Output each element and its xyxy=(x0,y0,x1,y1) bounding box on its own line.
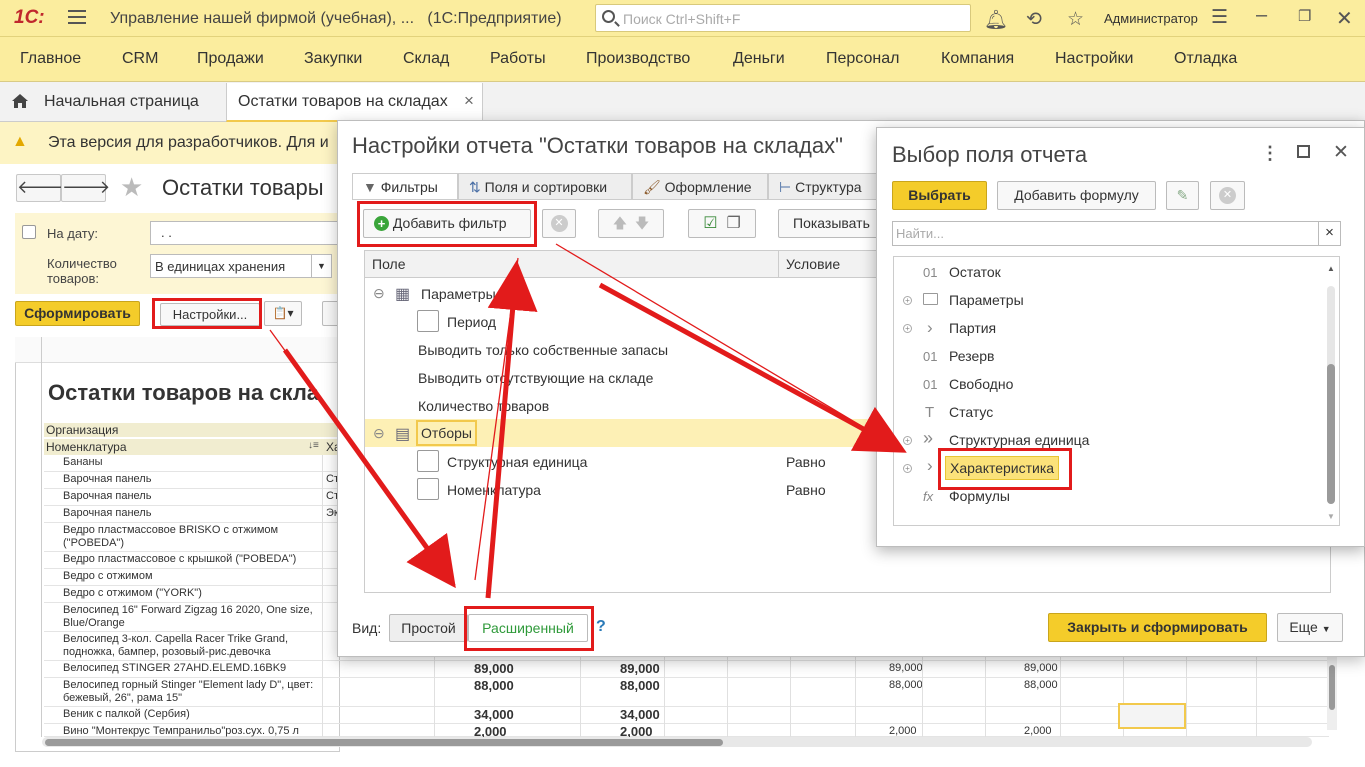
annotation-arrow xyxy=(485,260,538,599)
annotation-arrows xyxy=(269,243,907,599)
annotation-arrow xyxy=(282,348,456,589)
annotation-arrow xyxy=(598,282,907,453)
